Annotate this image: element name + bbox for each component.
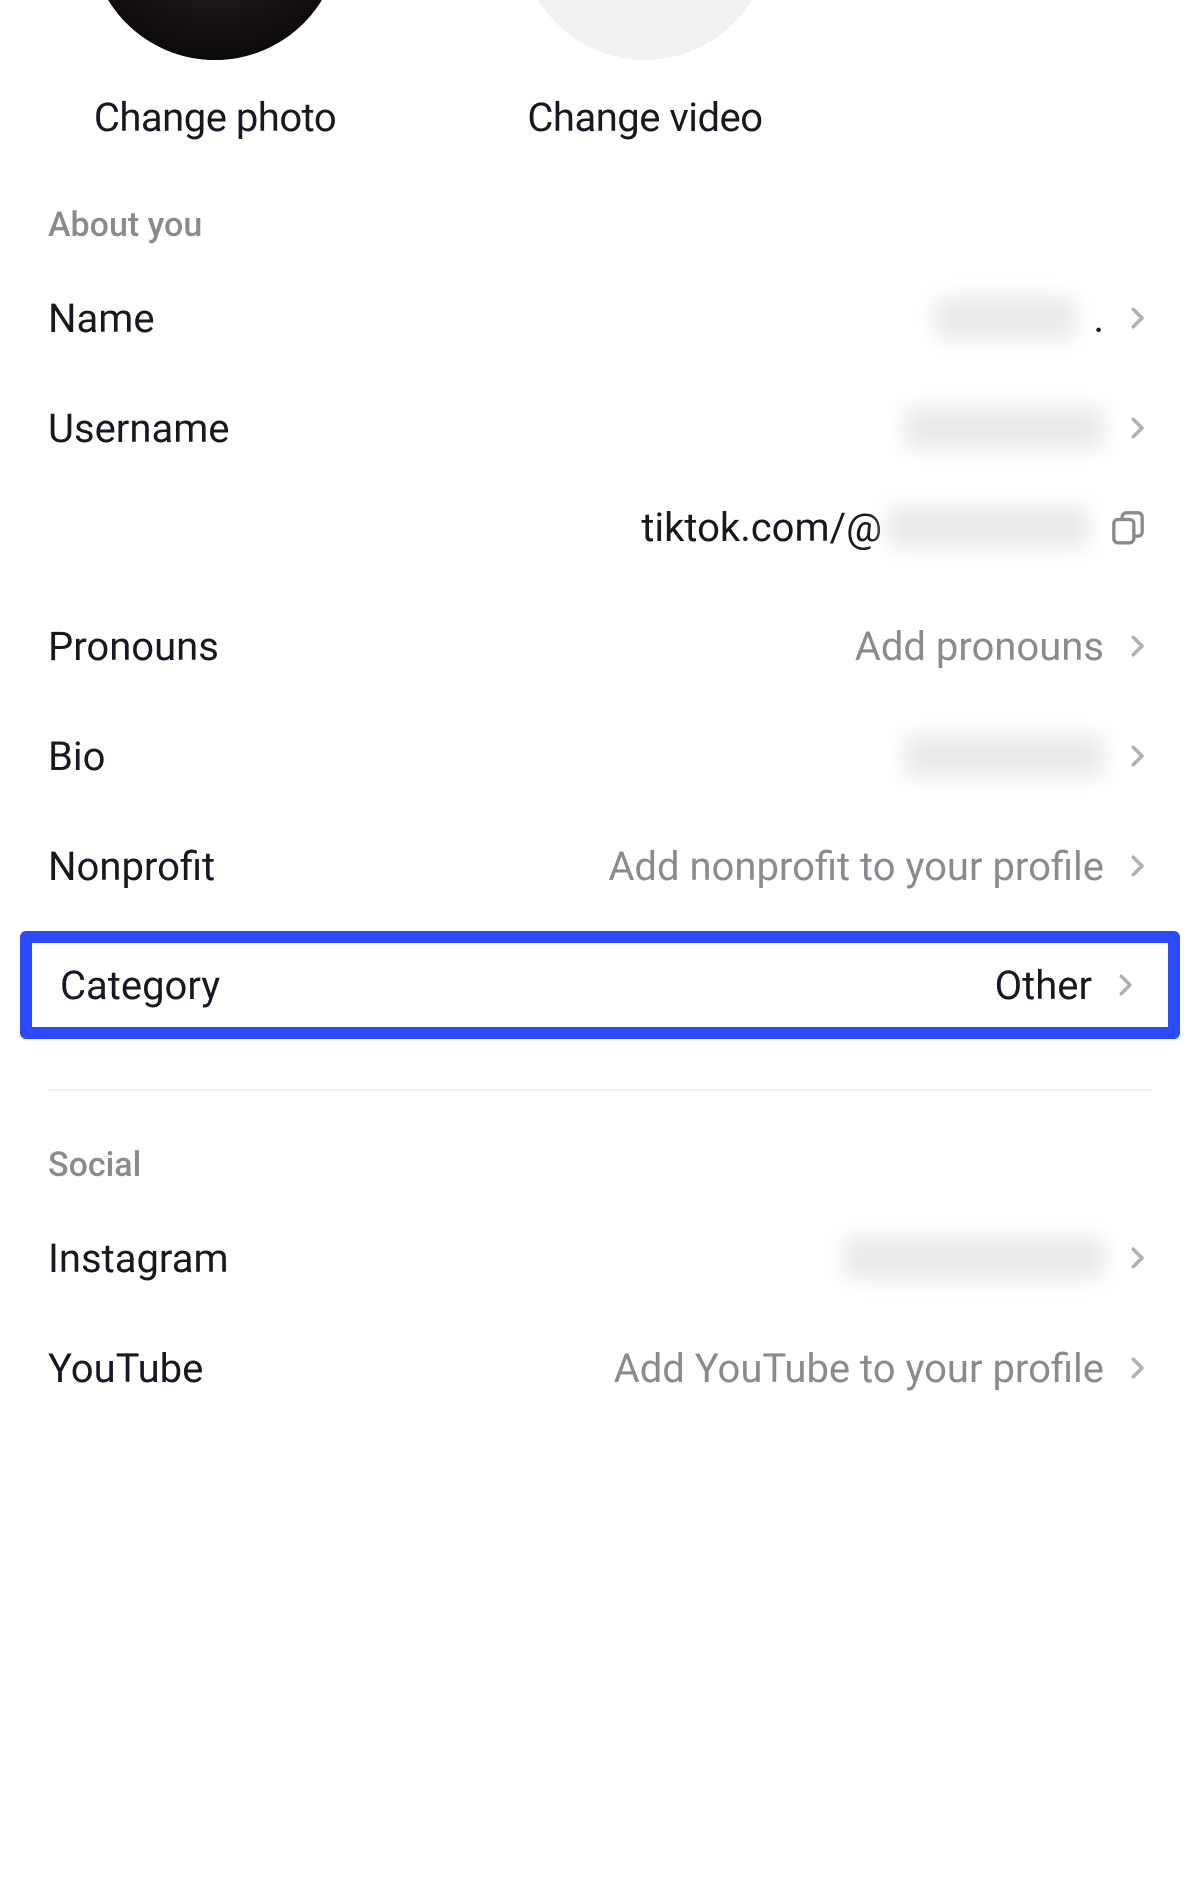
value-bio-redacted [904, 735, 1104, 777]
label-youtube: YouTube [48, 1345, 203, 1392]
copy-icon [1108, 507, 1148, 547]
chevron-right-icon [1122, 844, 1152, 888]
row-instagram[interactable]: Instagram [0, 1203, 1200, 1313]
profile-url-text: tiktok.com/@ [641, 504, 1088, 551]
chevron-right-icon [1110, 963, 1140, 1007]
label-nonprofit: Nonprofit [48, 843, 215, 890]
section-divider [48, 1089, 1152, 1091]
value-instagram-redacted [844, 1237, 1104, 1279]
profile-url-prefix: tiktok.com/@ [641, 504, 882, 551]
row-name[interactable]: Name . [0, 263, 1200, 373]
profile-photo-avatar[interactable] [90, 0, 340, 60]
value-category: Other [995, 962, 1092, 1009]
edit-profile-page: Change photo Change video About you Name… [0, 0, 1200, 1483]
row-pronouns[interactable]: Pronouns Add pronouns [0, 591, 1200, 701]
row-bio[interactable]: Bio [0, 701, 1200, 811]
value-name-trailing: . [1093, 295, 1104, 342]
label-name: Name [48, 295, 155, 342]
row-profile-url: tiktok.com/@ [0, 483, 1200, 591]
chevron-right-icon [1122, 296, 1152, 340]
profile-url-handle-redacted [888, 506, 1088, 548]
change-photo-label: Change photo [94, 94, 336, 141]
chevron-right-icon [1122, 734, 1152, 778]
profile-video-avatar[interactable] [520, 0, 770, 60]
value-username-redacted [904, 407, 1104, 449]
highlight-category: Category Other [20, 931, 1180, 1039]
label-bio: Bio [48, 733, 105, 780]
row-nonprofit[interactable]: Nonprofit Add nonprofit to your profile [0, 811, 1200, 921]
placeholder-pronouns: Add pronouns [855, 623, 1104, 670]
media-row: Change photo Change video [0, 0, 1200, 181]
chevron-right-icon [1122, 624, 1152, 668]
section-header-social: Social [0, 1121, 1200, 1203]
value-name-redacted [935, 297, 1075, 339]
change-video-label: Change video [527, 94, 762, 141]
placeholder-youtube: Add YouTube to your profile [614, 1345, 1104, 1392]
row-category[interactable]: Category Other [32, 943, 1168, 1027]
label-instagram: Instagram [48, 1235, 229, 1282]
change-photo-item[interactable]: Change photo [0, 0, 430, 141]
chevron-right-icon [1122, 406, 1152, 450]
label-category: Category [60, 962, 220, 1009]
row-username[interactable]: Username [0, 373, 1200, 483]
label-username: Username [48, 405, 229, 452]
chevron-right-icon [1122, 1236, 1152, 1280]
chevron-right-icon [1122, 1346, 1152, 1390]
section-header-about: About you [0, 181, 1200, 263]
placeholder-nonprofit: Add nonprofit to your profile [608, 843, 1104, 890]
label-pronouns: Pronouns [48, 623, 219, 670]
row-youtube[interactable]: YouTube Add YouTube to your profile [0, 1313, 1200, 1423]
change-video-item[interactable]: Change video [430, 0, 860, 141]
copy-url-button[interactable] [1104, 503, 1152, 551]
